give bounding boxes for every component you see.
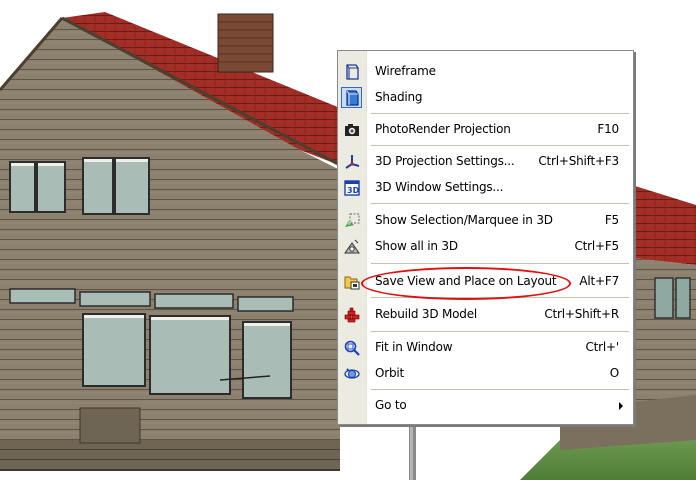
menu-separator (371, 263, 629, 264)
menu-item-save-view-place-on-layout[interactable]: Save View and Place on Layout Alt+F7 (338, 269, 633, 295)
window-settings-icon: 3D (344, 180, 360, 196)
menu-item-shortcut: Ctrl+Shift+R (544, 307, 619, 321)
menu-item-shortcut: F5 (604, 213, 619, 227)
menu-item-label: PhotoRender Projection (375, 122, 511, 136)
menu-item-3d-window-settings[interactable]: 3D 3D Window Settings... (338, 175, 633, 201)
menu-separator (371, 331, 629, 332)
menu-item-label: Rebuild 3D Model (375, 307, 478, 321)
menu-item-label: Go to (375, 398, 407, 412)
menu-item-3d-projection-settings[interactable]: 3D Projection Settings... Ctrl+Shift+F3 (338, 149, 633, 175)
menu-item-wireframe[interactable]: Wireframe (338, 59, 633, 85)
menu-separator (371, 203, 629, 204)
menu-separator (371, 389, 629, 390)
menu-item-label: Shading (375, 90, 423, 104)
menu-item-go-to[interactable]: Go to (338, 393, 633, 419)
menu-item-label: Wireframe (375, 64, 436, 78)
menu-item-shortcut: O (609, 366, 619, 380)
menu-item-shortcut: F10 (597, 122, 619, 136)
menu-item-shortcut: Alt+F7 (579, 274, 619, 288)
3d-viewport[interactable]: Wireframe Shading PhotoRender Projection… (0, 0, 696, 480)
show-all-icon (344, 239, 360, 255)
menu-item-label: Show all in 3D (375, 239, 458, 253)
menu-item-label: Fit in Window (375, 340, 453, 354)
camera-icon (344, 122, 360, 138)
svg-text:3D: 3D (347, 186, 360, 195)
menu-item-rebuild-3d-model[interactable]: Rebuild 3D Model Ctrl+Shift+R (338, 302, 633, 328)
menu-item-label: Orbit (375, 366, 405, 380)
menu-item-show-selection-in-3d[interactable]: Show Selection/Marquee in 3D F5 (338, 208, 633, 234)
projection-settings-icon (344, 154, 360, 170)
menu-item-show-all-in-3d[interactable]: Show all in 3D Ctrl+F5 (338, 234, 633, 260)
menu-item-shortcut: Ctrl+F5 (574, 239, 619, 253)
menu-item-shortcut: Ctrl+' (585, 340, 619, 354)
submenu-arrow-icon (619, 402, 623, 410)
context-menu: Wireframe Shading PhotoRender Projection… (337, 50, 634, 425)
wireframe-icon (344, 64, 360, 80)
show-selection-icon (344, 213, 360, 229)
menu-item-fit-in-window[interactable]: Fit in Window Ctrl+' (338, 335, 633, 361)
fit-window-icon (344, 340, 360, 356)
menu-separator (371, 297, 629, 298)
menu-item-label: 3D Projection Settings... (375, 154, 515, 168)
shading-icon (344, 90, 360, 106)
menu-item-shading[interactable]: Shading (338, 85, 633, 111)
orbit-icon (344, 366, 360, 382)
menu-item-label: Save View and Place on Layout (375, 274, 557, 288)
save-view-icon (344, 274, 360, 290)
menu-item-photorender[interactable]: PhotoRender Projection F10 (338, 117, 633, 143)
menu-item-label: Show Selection/Marquee in 3D (375, 213, 553, 227)
menu-separator (371, 145, 629, 146)
rebuild-icon (344, 307, 360, 323)
menu-item-label: 3D Window Settings... (375, 180, 504, 194)
menu-item-orbit[interactable]: Orbit O (338, 361, 633, 387)
menu-separator (371, 113, 629, 114)
menu-item-shortcut: Ctrl+Shift+F3 (538, 154, 619, 168)
